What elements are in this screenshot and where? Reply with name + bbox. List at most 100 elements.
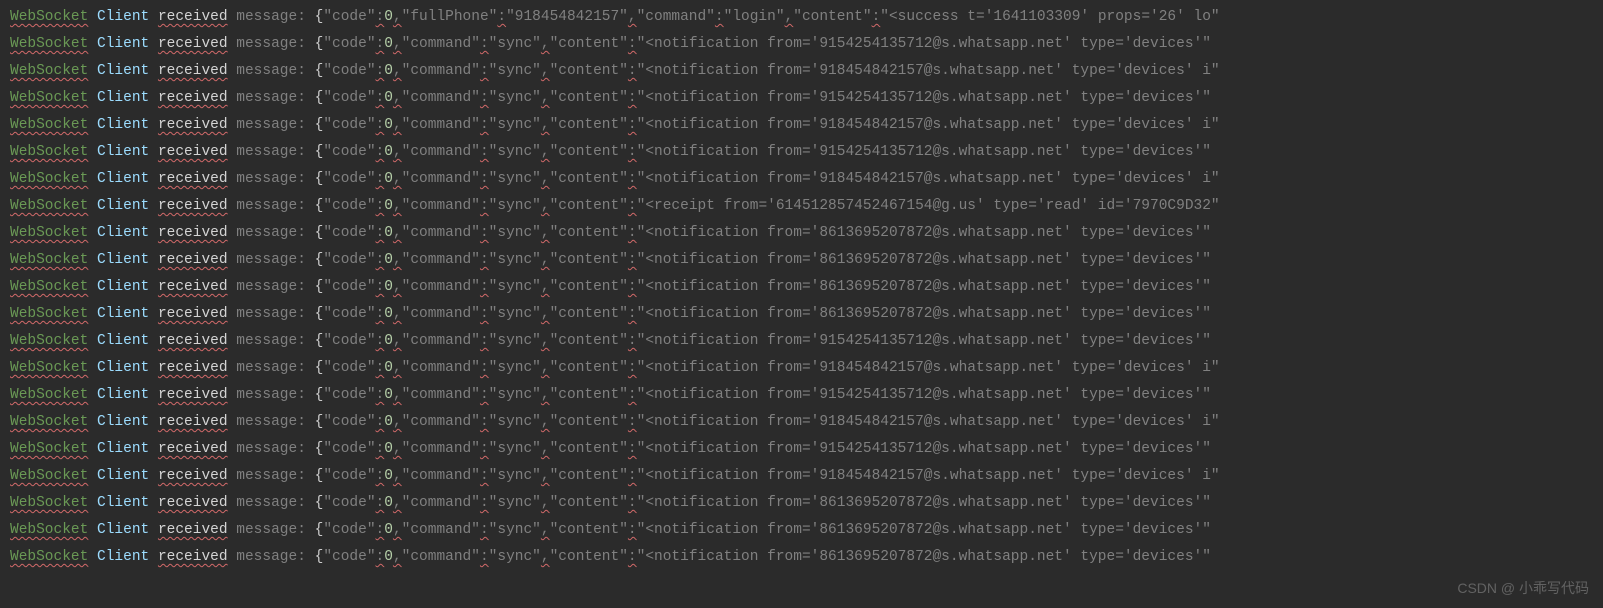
log-payload: {"code":0,"command":"sync","content":"<n… <box>315 63 1220 79</box>
log-payload: {"code":0,"command":"sync","content":"<n… <box>315 387 1211 403</box>
token-client: Client <box>97 198 149 214</box>
token-websocket: WebSocket <box>10 522 88 538</box>
token-received: received <box>158 333 228 349</box>
token-websocket: WebSocket <box>10 360 88 376</box>
console-output[interactable]: WebSocket Client received message: {"cod… <box>0 0 1603 575</box>
token-received: received <box>158 468 228 484</box>
token-received: received <box>158 144 228 160</box>
token-received: received <box>158 387 228 403</box>
log-line: WebSocket Client received message: {"cod… <box>10 382 1593 409</box>
token-websocket: WebSocket <box>10 90 88 106</box>
log-line: WebSocket Client received message: {"cod… <box>10 4 1593 31</box>
log-line: WebSocket Client received message: {"cod… <box>10 355 1593 382</box>
token-client: Client <box>97 225 149 241</box>
token-websocket: WebSocket <box>10 252 88 268</box>
token-client: Client <box>97 414 149 430</box>
log-payload: {"code":0,"command":"sync","content":"<n… <box>315 279 1211 295</box>
log-payload: {"code":0,"command":"sync","content":"<n… <box>315 144 1211 160</box>
token-message-label: message: <box>236 90 306 106</box>
token-received: received <box>158 522 228 538</box>
token-received: received <box>158 549 228 565</box>
token-websocket: WebSocket <box>10 9 88 25</box>
log-line: WebSocket Client received message: {"cod… <box>10 274 1593 301</box>
token-received: received <box>158 306 228 322</box>
token-message-label: message: <box>236 252 306 268</box>
token-client: Client <box>97 441 149 457</box>
log-payload: {"code":0,"command":"sync","content":"<n… <box>315 225 1211 241</box>
token-received: received <box>158 279 228 295</box>
log-payload: {"code":0,"command":"sync","content":"<n… <box>315 414 1220 430</box>
log-line: WebSocket Client received message: {"cod… <box>10 85 1593 112</box>
token-message-label: message: <box>236 9 306 25</box>
log-payload: {"code":0,"command":"sync","content":"<n… <box>315 252 1211 268</box>
log-line: WebSocket Client received message: {"cod… <box>10 193 1593 220</box>
log-line: WebSocket Client received message: {"cod… <box>10 544 1593 571</box>
watermark-text: CSDN @ 小乖写代码 <box>1457 575 1589 602</box>
log-line: WebSocket Client received message: {"cod… <box>10 463 1593 490</box>
log-line: WebSocket Client received message: {"cod… <box>10 31 1593 58</box>
log-payload: {"code":0,"command":"sync","content":"<n… <box>315 441 1211 457</box>
log-payload: {"code":0,"command":"sync","content":"<n… <box>315 117 1220 133</box>
log-payload: {"code":0,"command":"sync","content":"<r… <box>315 198 1220 214</box>
token-websocket: WebSocket <box>10 414 88 430</box>
token-message-label: message: <box>236 198 306 214</box>
log-payload: {"code":0,"command":"sync","content":"<n… <box>315 549 1211 565</box>
token-client: Client <box>97 63 149 79</box>
token-client: Client <box>97 306 149 322</box>
token-websocket: WebSocket <box>10 171 88 187</box>
token-received: received <box>158 252 228 268</box>
log-payload: {"code":0,"command":"sync","content":"<n… <box>315 522 1211 538</box>
token-message-label: message: <box>236 225 306 241</box>
token-client: Client <box>97 387 149 403</box>
log-payload: {"code":0,"command":"sync","content":"<n… <box>315 36 1211 52</box>
token-message-label: message: <box>236 117 306 133</box>
token-message-label: message: <box>236 63 306 79</box>
token-client: Client <box>97 522 149 538</box>
log-line: WebSocket Client received message: {"cod… <box>10 436 1593 463</box>
token-received: received <box>158 198 228 214</box>
log-line: WebSocket Client received message: {"cod… <box>10 490 1593 517</box>
token-client: Client <box>97 549 149 565</box>
token-websocket: WebSocket <box>10 468 88 484</box>
token-message-label: message: <box>236 306 306 322</box>
token-websocket: WebSocket <box>10 63 88 79</box>
token-client: Client <box>97 333 149 349</box>
log-line: WebSocket Client received message: {"cod… <box>10 409 1593 436</box>
token-websocket: WebSocket <box>10 225 88 241</box>
log-line: WebSocket Client received message: {"cod… <box>10 247 1593 274</box>
token-received: received <box>158 63 228 79</box>
token-received: received <box>158 90 228 106</box>
log-line: WebSocket Client received message: {"cod… <box>10 112 1593 139</box>
token-client: Client <box>97 495 149 511</box>
token-message-label: message: <box>236 171 306 187</box>
token-client: Client <box>97 9 149 25</box>
token-websocket: WebSocket <box>10 144 88 160</box>
token-client: Client <box>97 279 149 295</box>
token-client: Client <box>97 360 149 376</box>
token-websocket: WebSocket <box>10 333 88 349</box>
token-websocket: WebSocket <box>10 36 88 52</box>
log-payload: {"code":0,"command":"sync","content":"<n… <box>315 495 1211 511</box>
log-line: WebSocket Client received message: {"cod… <box>10 517 1593 544</box>
log-payload: {"code":0,"fullPhone":"918454842157","co… <box>315 9 1220 25</box>
token-message-label: message: <box>236 387 306 403</box>
token-client: Client <box>97 90 149 106</box>
token-received: received <box>158 171 228 187</box>
token-received: received <box>158 117 228 133</box>
log-line: WebSocket Client received message: {"cod… <box>10 301 1593 328</box>
token-message-label: message: <box>236 414 306 430</box>
token-message-label: message: <box>236 144 306 160</box>
token-received: received <box>158 36 228 52</box>
log-line: WebSocket Client received message: {"cod… <box>10 220 1593 247</box>
token-websocket: WebSocket <box>10 549 88 565</box>
log-line: WebSocket Client received message: {"cod… <box>10 328 1593 355</box>
token-message-label: message: <box>236 360 306 376</box>
token-websocket: WebSocket <box>10 495 88 511</box>
token-client: Client <box>97 144 149 160</box>
token-message-label: message: <box>236 279 306 295</box>
token-message-label: message: <box>236 522 306 538</box>
token-websocket: WebSocket <box>10 441 88 457</box>
log-payload: {"code":0,"command":"sync","content":"<n… <box>315 333 1211 349</box>
log-line: WebSocket Client received message: {"cod… <box>10 139 1593 166</box>
token-client: Client <box>97 252 149 268</box>
